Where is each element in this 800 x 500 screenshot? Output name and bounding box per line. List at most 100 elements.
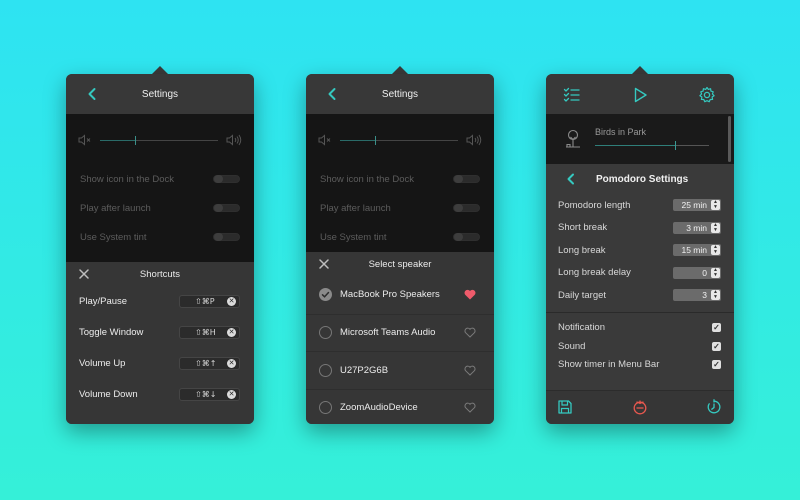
settings-dimmed-area: Show icon in the Dock Play after launch … [66,114,254,262]
settings-speaker-panel: Settings Show icon in the Dock Play afte… [306,74,494,424]
play-icon[interactable] [631,86,649,104]
stepper-arrows-icon[interactable]: ▲ ▼ [711,267,720,278]
favorite-heart-filled-icon[interactable] [464,289,476,300]
close-icon[interactable] [318,258,330,270]
shortcut-recorder[interactable]: ⇧⌘↑ ✕ [179,357,240,370]
back-chevron-icon[interactable] [84,86,100,102]
pomodoro-length-row: Pomodoro length 25 min ▲ ▼ [546,194,734,217]
option-system-tint: Use System tint [320,229,480,245]
option-label: Play after launch [320,202,391,214]
speaker-row[interactable]: MacBook Pro Speakers [306,276,494,314]
favorite-heart-icon[interactable] [464,402,476,413]
toggle-switch[interactable] [453,175,480,183]
clear-shortcut-icon[interactable]: ✕ [227,390,236,399]
volume-slider-knob[interactable] [135,135,137,145]
shortcut-recorder[interactable]: ⇧⌘↓ ✕ [179,388,240,401]
radio-icon[interactable] [319,363,332,377]
clear-shortcut-icon[interactable]: ✕ [227,359,236,368]
gear-icon[interactable] [698,86,716,104]
settings-header: Settings [66,74,254,114]
toggle-switch[interactable] [213,204,240,212]
option-label: Use System tint [80,231,147,243]
ambient-sound-card: Birds in Park [546,114,734,164]
ambient-volume-slider[interactable] [595,141,709,150]
radio-icon[interactable] [319,326,332,340]
option-play-after-launch: Play after launch [320,200,480,216]
option-label: Show icon in the Dock [320,173,414,185]
shortcut-recorder[interactable]: ⇧⌘P ✕ [179,295,240,308]
short-break-stepper[interactable]: 3 min ▲ ▼ [673,221,721,234]
shortcut-row: Volume Down ⇧⌘↓ ✕ [66,379,254,410]
ambient-sound-name: Birds in Park [595,127,647,137]
stepper-arrows-icon[interactable]: ▲ ▼ [711,290,720,301]
toggle-switch[interactable] [453,204,480,212]
favorite-heart-icon[interactable] [464,327,476,338]
back-chevron-icon[interactable] [564,172,578,186]
stepper-arrows-icon[interactable]: ▲ ▼ [711,245,720,256]
option-play-after-launch: Play after launch [80,200,240,216]
shortcut-row: Toggle Window ⇧⌘H ✕ [66,317,254,348]
speaker-row[interactable]: Microsoft Teams Audio [306,313,494,352]
stepper-arrows-icon[interactable]: ▲ ▼ [711,222,720,233]
shortcut-row: Volume Up ⇧⌘↑ ✕ [66,348,254,379]
settings-title: Settings [141,88,179,100]
long-break-delay-row: Long break delay 0 ▲ ▼ [546,262,734,285]
speaker-list: MacBook Pro Speakers Microsoft Teams Aud… [306,276,494,424]
favorite-heart-icon[interactable] [464,365,476,376]
pomodoro-panel: Birds in Park Pomodoro Settings Pomodoro… [546,74,734,424]
checkbox[interactable]: ✓ [712,323,721,333]
clear-shortcut-icon[interactable]: ✕ [227,328,236,337]
pomodoro-footer [546,390,734,424]
volume-max-icon [226,134,242,146]
selected-radio-icon[interactable] [319,288,332,302]
toggle-switch[interactable] [453,233,480,241]
divider [546,311,734,313]
shortcut-keys: ⇧⌘P [195,297,215,306]
daily-target-stepper[interactable]: 3 ▲ ▼ [673,289,721,302]
stepper-arrows-icon[interactable]: ▲ ▼ [711,200,720,211]
timer-reset-icon[interactable] [706,399,722,415]
checkbox[interactable]: ✓ [712,360,721,370]
checkbox[interactable]: ✓ [712,341,721,351]
back-chevron-icon[interactable] [324,86,340,102]
field-label: Daily target [558,289,607,301]
speaker-row[interactable]: U27P2G6B [306,351,494,389]
radio-icon[interactable] [319,401,332,415]
popover-arrow [152,66,168,74]
close-icon[interactable] [78,268,90,280]
speaker-name: ZoomAudioDevice [340,402,418,414]
long-break-row: Long break 15 min ▲ ▼ [546,239,734,262]
option-show-dock-icon: Show icon in the Dock [320,171,480,187]
checkbox-label: Show timer in Menu Bar [558,359,660,371]
field-label: Pomodoro length [558,199,631,211]
speaker-row[interactable]: ZoomAudioDevice [306,388,494,425]
long-break-delay-stepper[interactable]: 0 ▲ ▼ [673,266,721,279]
option-label: Play after launch [80,202,151,214]
volume-slider[interactable] [340,135,458,145]
shortcut-recorder[interactable]: ⇧⌘H ✕ [179,326,240,339]
ambient-volume-knob[interactable] [674,141,676,150]
clear-shortcut-icon[interactable]: ✕ [227,297,236,306]
scrollbar[interactable] [728,116,731,162]
menu-bar-timer-row: Show timer in Menu Bar ✓ [546,356,734,375]
shortcut-label: Play/Pause [79,296,128,307]
short-break-row: Short break 3 min ▲ ▼ [546,217,734,240]
pomodoro-length-stepper[interactable]: 25 min ▲ ▼ [673,199,721,212]
option-show-dock-icon: Show icon in the Dock [80,171,240,187]
popover-arrow [632,66,648,74]
checklist-icon[interactable] [563,86,581,104]
shortcut-label: Toggle Window [79,327,144,338]
volume-slider[interactable] [100,135,218,145]
toggle-switch[interactable] [213,175,240,183]
volume-slider-knob[interactable] [375,135,377,145]
toggle-switch[interactable] [213,233,240,241]
volume-row [318,132,482,148]
stepper-value: 3 min [686,222,707,233]
pomodoro-header: Pomodoro Settings [546,164,734,194]
long-break-stepper[interactable]: 15 min ▲ ▼ [673,244,721,257]
shortcut-label: Volume Down [79,389,138,400]
tomato-icon[interactable] [632,399,648,415]
save-icon[interactable] [557,399,573,415]
notification-row: Notification ✓ [546,319,734,338]
option-system-tint: Use System tint [80,229,240,245]
